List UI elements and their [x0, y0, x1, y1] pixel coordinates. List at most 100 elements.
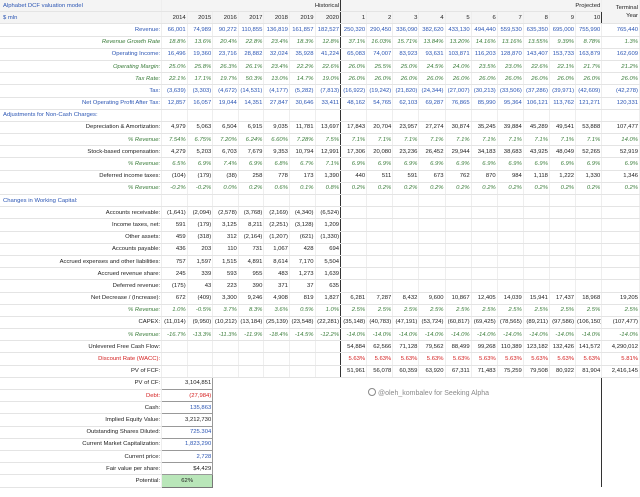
value-cell: 672 [161, 292, 188, 305]
value-cell [471, 255, 498, 269]
value-cell: (9,950) [187, 316, 214, 330]
value-cell: 591 [161, 218, 188, 232]
value-cell: 62,103 [392, 97, 420, 110]
value-cell: 7.1% [366, 133, 394, 147]
value-cell: 2.5% [471, 304, 498, 317]
empty-cell [238, 402, 264, 414]
row-label: Operating Income: [0, 48, 163, 61]
empty-cell [576, 426, 602, 438]
terminal-cell: 52,919 [601, 145, 640, 159]
value-cell [471, 218, 498, 232]
empty-cell [315, 426, 341, 438]
value-cell [238, 365, 265, 378]
value-cell: 81,904 [575, 365, 603, 378]
empty-cell [289, 414, 315, 426]
empty-cell [264, 402, 290, 414]
value-cell: 26.0% [575, 72, 603, 86]
value-cell: 16,057 [187, 97, 214, 110]
value-cell: 11,781 [289, 121, 316, 135]
value-cell: (11,014) [161, 316, 188, 330]
summary-value: 3,212,730 [161, 413, 214, 427]
value-cell: 673 [418, 170, 446, 183]
value-cell: (3,128) [289, 218, 316, 232]
empty-cell [549, 463, 575, 475]
value-cell: 83,923 [392, 48, 420, 61]
empty-cell [419, 463, 445, 475]
value-cell: 494,440 [471, 23, 498, 37]
value-cell [549, 218, 577, 232]
value-cell: (23,548) [289, 316, 316, 330]
value-cell [161, 340, 188, 354]
value-cell: 26.0% [523, 72, 550, 86]
value-cell: 2.5% [497, 304, 524, 317]
value-cell: (47,191) [392, 316, 420, 330]
summary-label: PV of CF: [0, 377, 163, 391]
value-cell: 433,130 [445, 23, 472, 37]
value-cell: 7,170 [289, 255, 316, 269]
table-row: Deferred revenue: (175) 43 223 390 371 37 635 [0, 279, 640, 293]
value-cell: 4,891 [238, 255, 265, 269]
value-cell [340, 218, 368, 232]
value-cell: 23,957 [392, 121, 420, 135]
summary-row: Debt: (27,984) [0, 388, 640, 403]
value-cell: 74,007 [366, 48, 394, 61]
value-cell: 1,118 [523, 170, 550, 183]
value-cell: 153,733 [549, 48, 577, 61]
value-cell [471, 231, 498, 244]
value-cell: 23.4% [263, 60, 290, 74]
value-cell: 88,499 [445, 340, 472, 354]
terminal-label: Terminal Year [601, 0, 640, 25]
value-cell: 103,871 [445, 48, 472, 61]
empty-cell [497, 194, 524, 208]
table-row: Deferred income taxes: (104) (179) (38) 258 7… [0, 170, 640, 183]
value-cell: 2.5% [340, 304, 368, 317]
value-cell: 870 [471, 170, 498, 183]
summary-value: 135,863 [161, 401, 214, 415]
value-cell: 223 [212, 279, 239, 293]
value-cell: 6,504 [212, 121, 239, 135]
value-cell: 22.8% [238, 36, 265, 49]
value-cell: 1,209 [315, 218, 342, 232]
value-cell [315, 340, 342, 354]
watermark: @oleh_kombalev for Seeking Alpha [368, 388, 489, 397]
empty-cell [497, 475, 523, 487]
empty-cell [418, 109, 446, 122]
empty-cell [367, 475, 393, 487]
value-cell: 33,411 [315, 97, 342, 110]
value-cell: 0.2% [497, 182, 524, 196]
value-cell: 5,504 [315, 255, 342, 269]
value-cell: (7,813) [315, 84, 342, 98]
table-row: % Revenue: -16.7% -13.3% -11.3% -11.9% -18.4%… [0, 328, 640, 342]
terminal-cell: 6.9% [601, 157, 640, 171]
value-cell: 290,450 [366, 23, 394, 37]
empty-cell [575, 194, 603, 208]
empty-cell [549, 426, 575, 438]
summary-label: Cash: [0, 401, 163, 415]
value-cell: 9.39% [549, 36, 577, 49]
summary-value: 1,823,290 [161, 437, 214, 451]
value-cell [212, 352, 239, 366]
empty-cell [367, 463, 393, 475]
value-cell: 778 [263, 170, 290, 183]
value-cell: 66,001 [161, 23, 188, 37]
table-row: Depreciation & Amortization: 4,979 5,063 6,… [0, 121, 640, 135]
value-cell: (24,344) [418, 84, 446, 98]
summary-value: 3,104,851 [161, 376, 214, 391]
empty-cell [393, 463, 419, 475]
value-cell [575, 267, 603, 281]
empty-cell [445, 414, 471, 426]
value-cell: 7.1% [340, 133, 368, 147]
row-label: Tax Rate: [0, 72, 163, 86]
empty-cell [315, 475, 341, 487]
terminal-cell [601, 218, 640, 232]
value-cell: (2,164) [238, 231, 265, 244]
table-row: Operating Income: 16,496 19,360 23,716 28,88… [0, 48, 640, 61]
empty-cell [238, 463, 264, 475]
empty-cell [419, 414, 445, 426]
value-cell [366, 231, 394, 244]
value-cell: (14,531) [238, 84, 265, 98]
empty-cell [161, 109, 188, 122]
value-cell [392, 206, 420, 220]
value-cell: -0.5% [187, 304, 214, 317]
value-cell: 757 [161, 255, 188, 269]
